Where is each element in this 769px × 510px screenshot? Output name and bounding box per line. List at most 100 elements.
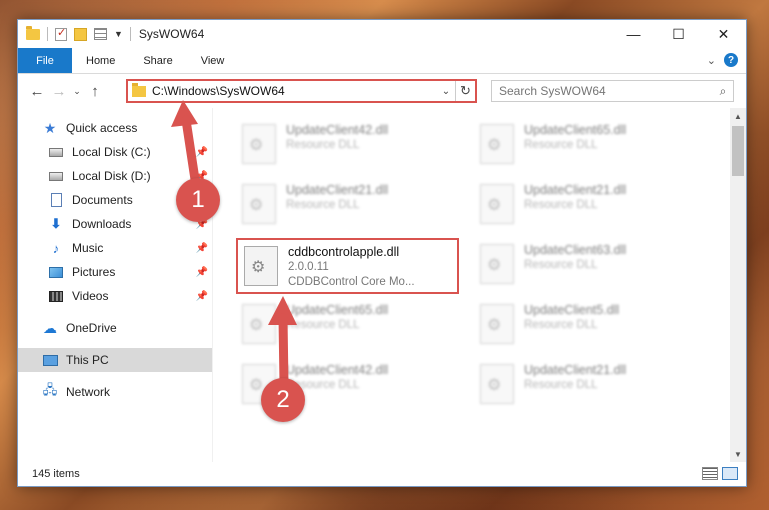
step-badge-1: 1 bbox=[176, 178, 220, 222]
sidebar-item-label: Local Disk (D:) bbox=[72, 169, 151, 183]
list-item[interactable]: UpdateClient21.dll Resource DLL bbox=[236, 178, 461, 232]
star-icon: ★ bbox=[43, 119, 57, 136]
tab-share[interactable]: Share bbox=[129, 48, 186, 73]
ribbon-tabs: File Home Share View ⌄ ? bbox=[18, 48, 746, 74]
pin-icon[interactable]: 📌 bbox=[196, 243, 208, 254]
file-description: Resource DLL bbox=[286, 199, 360, 211]
address-path[interactable]: C:\Windows\SysWOW64 bbox=[152, 84, 437, 98]
close-button[interactable]: ✕ bbox=[701, 20, 746, 48]
window-controls: — ☐ ✕ bbox=[611, 20, 746, 48]
music-icon: ♪ bbox=[52, 240, 60, 256]
file-explorer-window: ▼ SysWOW64 — ☐ ✕ File Home Share View ⌄ … bbox=[17, 19, 747, 487]
address-bar[interactable]: C:\Windows\SysWOW64 ⌄ ↻ bbox=[126, 79, 477, 103]
sidebar-item-label: This PC bbox=[66, 353, 109, 367]
maximize-button[interactable]: ☐ bbox=[656, 20, 701, 48]
customize-toolbar-dropdown[interactable]: ▼ bbox=[114, 29, 123, 39]
scrollbar-thumb[interactable] bbox=[732, 126, 744, 176]
sidebar-item-videos[interactable]: Videos 📌 bbox=[18, 284, 212, 308]
list-item[interactable]: UpdateClient63.dll Resource DLL bbox=[474, 238, 699, 292]
file-name: UpdateClient63.dll bbox=[524, 243, 627, 257]
search-icon[interactable]: ⌕ bbox=[713, 84, 733, 99]
step-badge-2: 2 bbox=[261, 378, 305, 422]
list-item[interactable]: UpdateClient65.dll Resource DLL bbox=[474, 118, 699, 172]
pin-icon[interactable]: 📌 bbox=[196, 291, 208, 302]
sidebar-item-network[interactable]: 🖧 Network bbox=[18, 380, 212, 404]
file-name: UpdateClient65.dll bbox=[286, 303, 389, 317]
scroll-up-arrow-icon[interactable]: ▲ bbox=[730, 108, 746, 124]
up-button[interactable]: ↑ bbox=[84, 83, 106, 100]
list-item[interactable]: UpdateClient21.dll Resource DLL bbox=[474, 178, 699, 232]
title-bar: ▼ SysWOW64 — ☐ ✕ bbox=[18, 20, 746, 48]
sidebar-item-onedrive[interactable]: ☁ OneDrive bbox=[18, 316, 212, 340]
list-item-cddbcontrolapple[interactable]: cddbcontrolapple.dll 2.0.0.11 CDDBControl … bbox=[236, 238, 459, 294]
dll-file-icon bbox=[480, 304, 514, 344]
refresh-button[interactable]: ↻ bbox=[455, 81, 475, 101]
tab-view[interactable]: View bbox=[187, 48, 239, 73]
cloud-icon: ☁ bbox=[43, 319, 57, 336]
file-name: UpdateClient5.dll bbox=[524, 303, 620, 317]
file-name: cddbcontrolapple.dll bbox=[288, 245, 400, 259]
dll-file-icon bbox=[480, 184, 514, 224]
forward-button[interactable]: → bbox=[48, 83, 70, 100]
computer-icon bbox=[42, 353, 58, 367]
list-item[interactable]: UpdateClient5.dll Resource DLL bbox=[474, 298, 699, 352]
file-description: Resource DLL bbox=[524, 379, 598, 391]
search-box[interactable]: ⌕ bbox=[491, 80, 734, 102]
folder-icon bbox=[132, 82, 146, 97]
sidebar-item-quick-access[interactable]: ★ Quick access bbox=[18, 116, 212, 140]
recent-locations-dropdown[interactable]: ⌄ bbox=[70, 86, 84, 97]
dll-file-icon bbox=[242, 184, 276, 224]
sidebar-item-label: Downloads bbox=[72, 217, 132, 231]
pin-icon[interactable]: 📌 bbox=[196, 147, 208, 158]
sidebar-item-label: Pictures bbox=[72, 265, 116, 279]
dll-file-icon bbox=[242, 124, 276, 164]
documents-icon bbox=[48, 193, 64, 207]
file-description: Resource DLL bbox=[524, 319, 598, 331]
expand-ribbon-chevron-icon[interactable]: ⌄ bbox=[707, 54, 716, 67]
status-bar: 145 items bbox=[18, 462, 746, 486]
properties-icon[interactable] bbox=[55, 26, 67, 41]
file-name: UpdateClient21.dll bbox=[286, 183, 389, 197]
disk-icon bbox=[48, 145, 64, 159]
window-title: SysWOW64 bbox=[138, 27, 205, 41]
view-options-icon[interactable] bbox=[94, 28, 107, 40]
sidebar-item-music[interactable]: ♪ Music 📌 bbox=[18, 236, 212, 260]
help-icon[interactable]: ? bbox=[724, 53, 738, 67]
pin-icon[interactable]: 📌 bbox=[196, 267, 208, 278]
navigation-pane[interactable]: ★ Quick access Local Disk (C:) 📌 Local D… bbox=[18, 108, 213, 462]
file-name: UpdateClient65.dll bbox=[524, 123, 627, 137]
item-count: 145 items bbox=[32, 468, 80, 480]
sidebar-item-pictures[interactable]: Pictures 📌 bbox=[18, 260, 212, 284]
main-content: ★ Quick access Local Disk (C:) 📌 Local D… bbox=[18, 108, 746, 462]
pictures-icon bbox=[48, 265, 64, 279]
list-item[interactable]: UpdateClient65.dll Resource DLL bbox=[236, 298, 461, 352]
address-dropdown[interactable]: ⌄ bbox=[437, 86, 455, 97]
file-description: Resource DLL bbox=[524, 259, 598, 271]
file-description: Resource DLL bbox=[286, 319, 360, 331]
sidebar-item-label: Local Disk (C:) bbox=[72, 145, 151, 159]
search-input[interactable] bbox=[499, 84, 713, 98]
ribbon-right-controls: ⌄ ? bbox=[707, 53, 738, 67]
tab-file[interactable]: File bbox=[18, 48, 72, 73]
tab-home[interactable]: Home bbox=[72, 48, 129, 73]
sidebar-item-local-disk-c[interactable]: Local Disk (C:) 📌 bbox=[18, 140, 212, 164]
sidebar-item-label: Network bbox=[66, 385, 111, 399]
details-view-icon[interactable] bbox=[702, 467, 718, 480]
sidebar-item-label: Videos bbox=[72, 289, 109, 303]
dll-file-icon bbox=[242, 304, 276, 344]
back-button[interactable]: ← bbox=[26, 83, 48, 100]
file-name: UpdateClient42.dll bbox=[286, 123, 389, 137]
vertical-scrollbar[interactable]: ▲ ▼ bbox=[730, 108, 746, 462]
list-item[interactable]: UpdateClient42.dll Resource DLL bbox=[236, 118, 461, 172]
sidebar-item-label: Music bbox=[72, 241, 104, 255]
file-description: Resource DLL bbox=[524, 139, 598, 151]
list-item[interactable]: UpdateClient21.dll Resource DLL bbox=[474, 358, 699, 412]
sidebar-item-this-pc[interactable]: This PC bbox=[18, 348, 212, 372]
scroll-down-arrow-icon[interactable]: ▼ bbox=[730, 446, 746, 462]
file-description: Resource DLL bbox=[524, 199, 598, 211]
network-icon: 🖧 bbox=[42, 382, 58, 397]
navigation-bar: ← → ⌄ ↑ C:\Windows\SysWOW64 ⌄ ↻ ⌕ bbox=[18, 74, 746, 108]
large-icons-view-icon[interactable] bbox=[722, 467, 738, 480]
minimize-button[interactable]: — bbox=[611, 20, 656, 48]
new-folder-icon[interactable] bbox=[74, 27, 87, 41]
